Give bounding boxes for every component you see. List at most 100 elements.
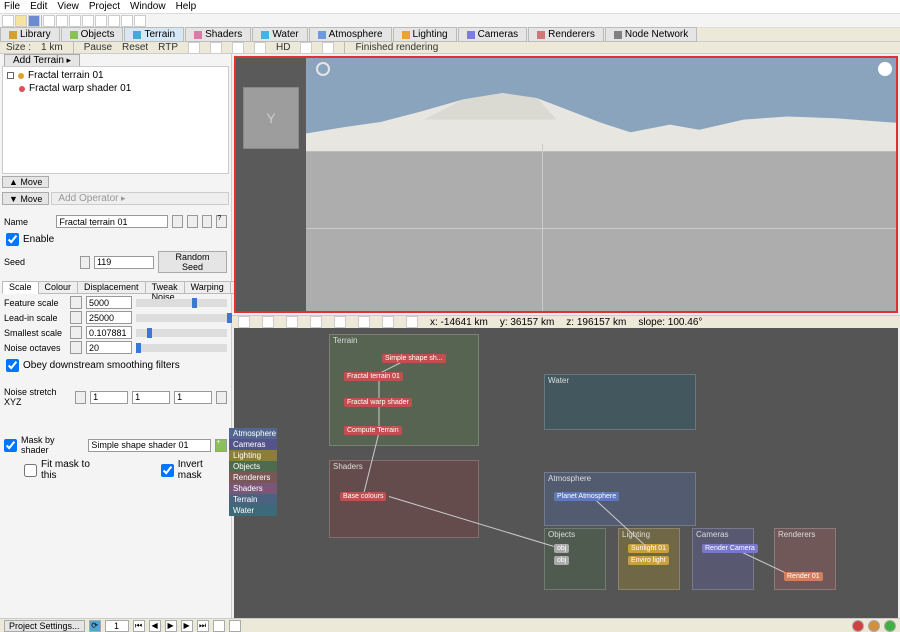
undo-icon[interactable] — [43, 15, 55, 27]
node[interactable]: obj — [554, 556, 569, 565]
redo-icon[interactable] — [56, 15, 68, 27]
prop-slider[interactable] — [136, 329, 227, 337]
param-icon[interactable] — [187, 215, 198, 228]
tool-icon[interactable] — [95, 15, 107, 27]
vp-tool-icon[interactable] — [262, 316, 274, 328]
menu-file[interactable]: File — [4, 1, 20, 12]
add-icon[interactable]: + — [215, 439, 227, 452]
tab-shaders[interactable]: Shaders — [185, 27, 251, 42]
vp-tool-icon[interactable] — [286, 316, 298, 328]
prop-input[interactable] — [86, 326, 132, 339]
nodecat-renderers[interactable]: Renderers — [229, 472, 277, 483]
tool-icon[interactable] — [232, 42, 244, 54]
mask-input[interactable] — [88, 439, 211, 452]
spin-icon[interactable] — [70, 311, 82, 324]
vp-tool-icon[interactable] — [406, 316, 418, 328]
hd-button[interactable]: HD — [276, 42, 290, 53]
nodecat-lighting[interactable]: Lighting — [229, 450, 277, 461]
last-frame-icon[interactable]: ⏭ — [197, 620, 209, 632]
stretch-z-input[interactable] — [174, 391, 212, 404]
add-operator-button[interactable]: Add Operator ▸ — [51, 192, 229, 205]
tab-renderers[interactable]: Renderers — [528, 27, 604, 42]
nodegroup-cameras[interactable]: Cameras — [692, 528, 754, 590]
prop-input[interactable] — [86, 311, 132, 324]
preview-thumb[interactable]: Y — [243, 87, 299, 149]
node[interactable]: Fractal warp shader — [344, 398, 412, 407]
tab-lighting[interactable]: Lighting — [393, 27, 457, 42]
name-input[interactable] — [56, 215, 168, 228]
vp-tool-icon[interactable] — [382, 316, 394, 328]
tool-icon[interactable] — [300, 42, 312, 54]
spin-icon[interactable] — [70, 296, 82, 309]
play-icon[interactable]: ▶ — [165, 620, 177, 632]
node[interactable]: Enviro light — [628, 556, 669, 565]
stretch-x-input[interactable] — [90, 391, 128, 404]
node-network[interactable]: AtmosphereCamerasLightingObjectsRenderer… — [234, 328, 898, 618]
tool-icon[interactable] — [82, 15, 94, 27]
prop-slider[interactable] — [136, 314, 227, 322]
tree-item[interactable]: Fractal terrain 01 — [5, 69, 226, 82]
node[interactable]: Simple shape sh... — [382, 354, 446, 363]
tool-icon[interactable] — [254, 42, 266, 54]
obey-checkbox[interactable] — [6, 359, 19, 372]
rtp-button[interactable]: RTP — [158, 42, 178, 53]
vp-tool-icon[interactable] — [358, 316, 370, 328]
menu-edit[interactable]: Edit — [30, 1, 47, 12]
node[interactable]: Planet Atmosphere — [554, 492, 619, 501]
tab-node-network[interactable]: Node Network — [605, 27, 697, 42]
proptab-warping[interactable]: Warping — [184, 281, 231, 294]
nodecat-terrain[interactable]: Terrain — [229, 494, 277, 505]
tool-icon[interactable] — [121, 15, 133, 27]
vp-tool-icon[interactable] — [238, 316, 250, 328]
timeline-tool-icon[interactable] — [229, 620, 241, 632]
menu-view[interactable]: View — [57, 1, 79, 12]
proptab-tweak noise[interactable]: Tweak Noise — [145, 281, 185, 294]
param-icon[interactable] — [202, 215, 213, 228]
render-viewport[interactable]: Y — [234, 56, 898, 313]
help-icon[interactable]: ? — [216, 215, 227, 228]
new-icon[interactable] — [2, 15, 14, 27]
param-icon[interactable] — [172, 215, 183, 228]
tab-water[interactable]: Water — [252, 27, 307, 42]
proptab-colour[interactable]: Colour — [38, 281, 79, 294]
node-tree[interactable]: Fractal terrain 01 Fractal warp shader 0… — [2, 66, 229, 174]
tab-objects[interactable]: Objects — [61, 27, 124, 42]
proptab-scale[interactable]: Scale — [2, 281, 39, 294]
add-terrain-button[interactable]: Add Terrain ▸ — [4, 54, 80, 67]
timeline-icon[interactable]: ⟳ — [89, 620, 101, 632]
invert-checkbox[interactable] — [161, 464, 174, 477]
nodecat-cameras[interactable]: Cameras — [229, 439, 277, 450]
enable-checkbox[interactable] — [6, 233, 19, 246]
prop-input[interactable] — [86, 341, 132, 354]
frame-input[interactable] — [105, 620, 129, 632]
prop-input[interactable] — [86, 296, 132, 309]
timeline-tool-icon[interactable] — [213, 620, 225, 632]
seed-input[interactable] — [94, 256, 154, 269]
node[interactable]: Render Camera — [702, 544, 758, 553]
menu-help[interactable]: Help — [176, 1, 197, 12]
pause-button[interactable]: Pause — [84, 42, 112, 53]
nodegroup-water[interactable]: Water — [544, 374, 696, 430]
move-down-button[interactable]: ▼ Move — [2, 192, 49, 205]
gear-icon[interactable] — [878, 62, 892, 76]
spin-icon[interactable] — [70, 341, 82, 354]
tool-icon[interactable] — [188, 42, 200, 54]
save-icon[interactable] — [28, 15, 40, 27]
tab-cameras[interactable]: Cameras — [458, 27, 528, 42]
node[interactable]: Compute Terrain — [344, 426, 402, 435]
nodecat-objects[interactable]: Objects — [229, 461, 277, 472]
prop-slider[interactable] — [136, 299, 227, 307]
stretch-y-input[interactable] — [132, 391, 170, 404]
prop-slider[interactable] — [136, 344, 227, 352]
spin-icon[interactable] — [75, 391, 86, 404]
reset-button[interactable]: Reset — [122, 42, 148, 53]
project-settings-button[interactable]: Project Settings... — [4, 620, 85, 632]
proptab-displacement[interactable]: Displacement — [77, 281, 146, 294]
tool-icon[interactable] — [322, 42, 334, 54]
mask-checkbox[interactable] — [4, 439, 17, 452]
nodecat-atmosphere[interactable]: Atmosphere — [229, 428, 277, 439]
next-frame-icon[interactable]: ▶ — [181, 620, 193, 632]
fit-checkbox[interactable] — [24, 464, 37, 477]
tree-item[interactable]: Fractal warp shader 01 — [5, 82, 226, 95]
tool-icon[interactable] — [210, 42, 222, 54]
